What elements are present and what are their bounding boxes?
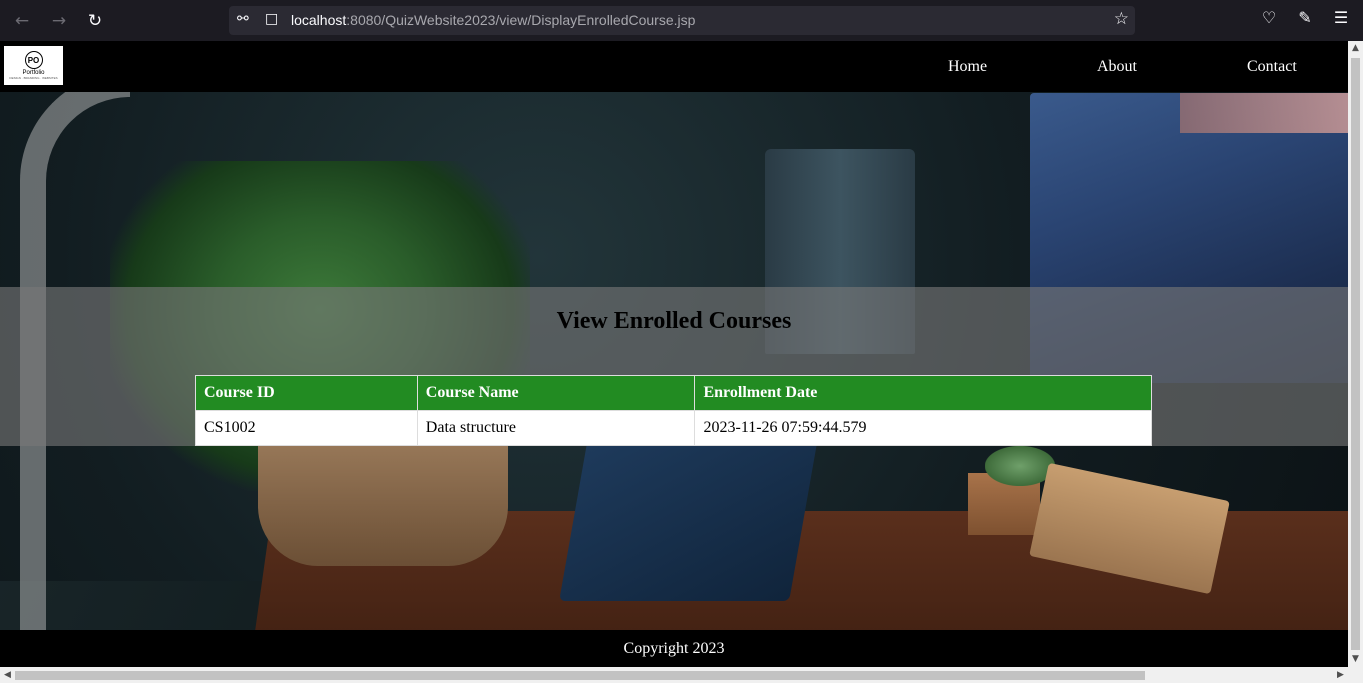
extensions-icon[interactable]: ✎	[1293, 8, 1317, 27]
star-icon[interactable]: ☆	[1114, 9, 1129, 29]
enrolled-courses-table: Course ID Course Name Enrollment Date CS…	[195, 375, 1152, 446]
horizontal-scrollbar[interactable]: ◀ ▶	[0, 667, 1348, 683]
back-arrow-icon[interactable]: ←	[9, 8, 35, 34]
nav-home-link[interactable]: Home	[948, 58, 987, 76]
address-bar[interactable]: ⚯ □ localhost:8080/QuizWebsite2023/view/…	[229, 6, 1135, 35]
scroll-down-icon[interactable]: ▼	[1348, 652, 1363, 667]
forward-arrow-icon[interactable]: →	[46, 8, 72, 34]
shield-icon[interactable]: ⚯	[237, 11, 249, 27]
table-header-row: Course ID Course Name Enrollment Date	[195, 375, 1152, 411]
logo-mark: PO	[24, 51, 43, 69]
scroll-right-icon[interactable]: ▶	[1333, 667, 1348, 683]
site-logo[interactable]: PO Portfolio DESIGN · BRANDING · WEBSITE…	[4, 46, 63, 85]
scrollbar-corner	[1348, 667, 1363, 683]
pocket-icon[interactable]: ♡	[1257, 8, 1281, 27]
site-footer: Copyright 2023	[0, 630, 1348, 667]
horizontal-scroll-thumb[interactable]	[15, 671, 1145, 680]
scroll-left-icon[interactable]: ◀	[0, 667, 15, 683]
column-header-course-name: Course Name	[416, 375, 696, 411]
copyright-text: Copyright 2023	[623, 640, 725, 657]
page-viewport: PO Portfolio DESIGN · BRANDING · WEBSITE…	[0, 41, 1348, 667]
hamburger-menu-icon[interactable]: ☰	[1329, 8, 1353, 27]
scroll-up-icon[interactable]: ▲	[1348, 41, 1363, 56]
browser-toolbar: ← → ↻ ⚯ □ localhost:8080/QuizWebsite2023…	[0, 0, 1363, 41]
vertical-scroll-thumb[interactable]	[1351, 58, 1360, 650]
nav-contact-link[interactable]: Contact	[1247, 58, 1297, 76]
logo-subtitle: DESIGN · BRANDING · WEBSITES	[9, 76, 58, 80]
column-header-enrollment-date: Enrollment Date	[694, 375, 1152, 411]
nav-about-link[interactable]: About	[1097, 58, 1137, 76]
table-row: CS1002 Data structure 2023-11-26 07:59:4…	[195, 410, 1152, 446]
reload-icon[interactable]: ↻	[82, 8, 108, 34]
page-title: View Enrolled Courses	[556, 308, 792, 334]
cell-enrollment-date: 2023-11-26 07:59:44.579	[694, 410, 1152, 446]
column-header-course-id: Course ID	[195, 375, 418, 411]
cell-course-name: Data structure	[416, 410, 696, 446]
url-text[interactable]: localhost:8080/QuizWebsite2023/view/Disp…	[291, 12, 695, 28]
site-header: PO Portfolio DESIGN · BRANDING · WEBSITE…	[0, 41, 1348, 92]
cell-course-id: CS1002	[195, 410, 418, 446]
page-icon: □	[265, 11, 279, 27]
vertical-scrollbar[interactable]: ▲ ▼	[1348, 41, 1363, 667]
